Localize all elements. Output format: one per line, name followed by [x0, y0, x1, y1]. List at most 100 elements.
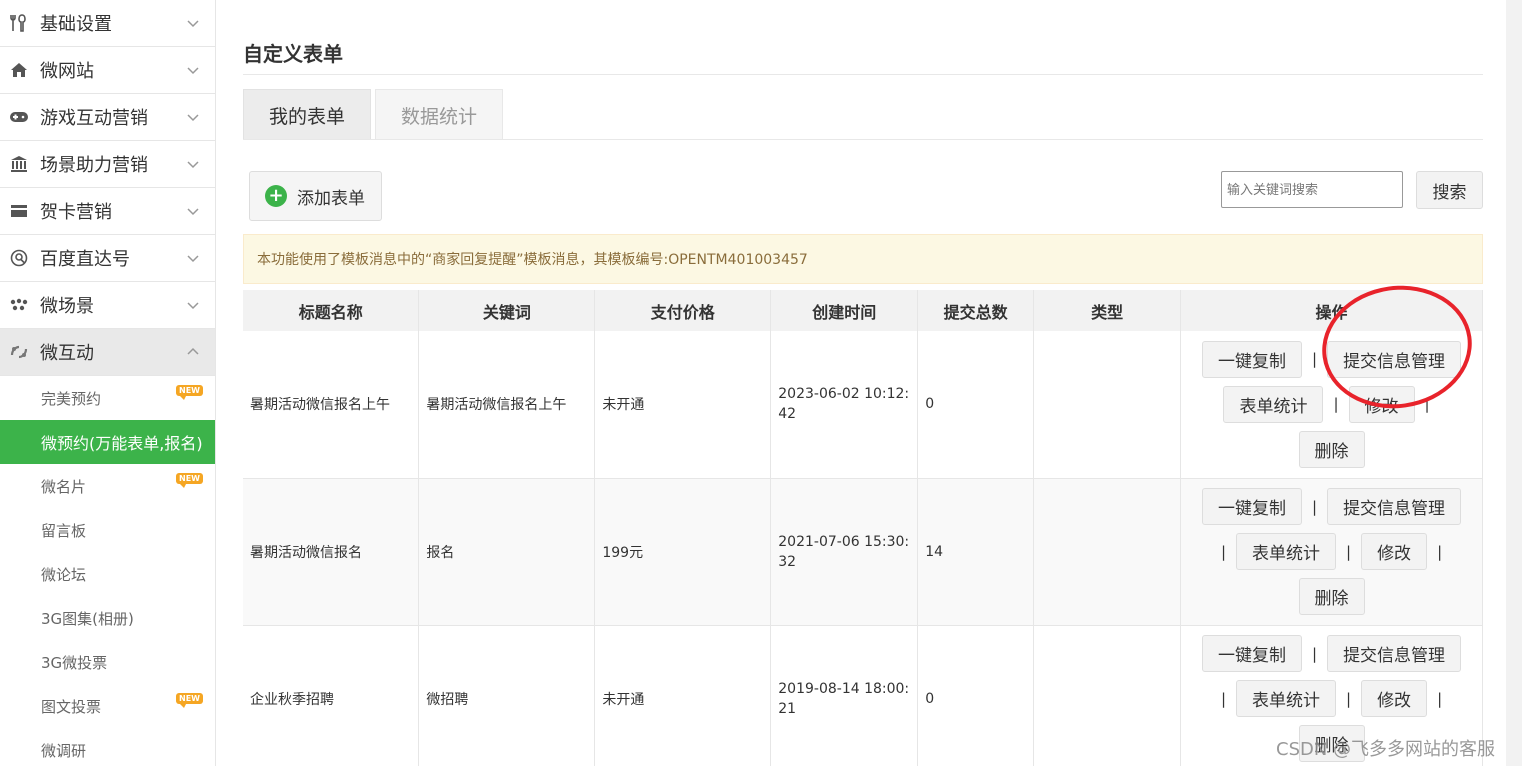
sidebar-item-micro-site[interactable]: 微网站 [0, 47, 215, 94]
delete-button[interactable]: 删除 [1298, 430, 1365, 468]
scrollbar-track[interactable] [1506, 0, 1522, 766]
column-header: 操作 [1180, 290, 1483, 331]
chevron-down-icon [187, 302, 199, 310]
cell-title: 暑期活动微信报名上午 [243, 331, 420, 479]
separator: | [1312, 644, 1318, 663]
sidebar-subitem-micro-booking[interactable]: 微预约(万能表单,报名) [0, 420, 215, 464]
delete-button[interactable]: 删除 [1298, 578, 1365, 615]
sidebar-subitem-label: 微论坛 [41, 565, 87, 584]
cell-total: 0 [917, 331, 1035, 479]
new-badge: NEW [176, 693, 203, 708]
page-title: 自定义表单 [243, 42, 343, 66]
cell-price: 未开通 [594, 331, 772, 479]
sidebar-item-label: 贺卡营销 [40, 202, 112, 223]
sidebar: 基础设置 微网站 游戏互动营销 场景助力营销 贺卡营销 百度直达号 微场景 微互… [0, 0, 216, 766]
manage-submissions-button[interactable]: 提交信息管理 [1327, 340, 1462, 378]
tab-bar: 我的表单 数据统计 [243, 89, 507, 140]
sidebar-subitem-survey[interactable]: 微调研 [0, 728, 215, 766]
cell-keyword: 微招聘 [418, 625, 596, 766]
manage-submissions-button[interactable]: 提交信息管理 [1327, 635, 1462, 672]
edit-button[interactable]: 修改 [1348, 385, 1415, 423]
sidebar-item-game-marketing[interactable]: 游戏互动营销 [0, 94, 215, 141]
sidebar-subitem-business-card[interactable]: 微名片 NEW [0, 464, 215, 508]
plus-circle-icon: + [265, 185, 287, 207]
sidebar-item-basic-settings[interactable]: 基础设置 [0, 0, 215, 47]
chevron-down-icon [187, 114, 199, 122]
app: 基础设置 微网站 游戏互动营销 场景助力营销 贺卡营销 百度直达号 微场景 微互… [0, 0, 1522, 766]
sidebar-item-label: 微网站 [40, 61, 94, 82]
form-stats-button[interactable]: 表单统计 [1236, 680, 1336, 717]
tab-statistics[interactable]: 数据统计 [375, 89, 504, 140]
cell-created: 2021-07-06 15:30:32 [770, 478, 919, 626]
sidebar-subitem-label: 完美预约 [41, 389, 102, 408]
tab-my-forms[interactable]: 我的表单 [243, 89, 372, 140]
sidebar-subitem-label: 微调研 [41, 741, 87, 760]
new-badge: NEW [176, 473, 203, 488]
search-button[interactable]: 搜索 [1416, 171, 1483, 209]
sidebar-item-label: 基础设置 [40, 14, 112, 35]
sidebar-subitem-perfect-booking[interactable]: 完美预约 NEW [0, 376, 215, 420]
sidebar-item-micro-scene[interactable]: 微场景 [0, 282, 215, 329]
bank-icon [9, 154, 29, 174]
chevron-down-icon [187, 208, 199, 216]
sidebar-subitem-message-board[interactable]: 留言板 [0, 508, 215, 552]
chevron-up-icon [187, 347, 199, 355]
form-stats-button[interactable]: 表单统计 [1236, 533, 1336, 570]
sidebar-item-label: 微互动 [40, 343, 94, 364]
notice-banner: 本功能使用了模板消息中的“商家回复提醒”模板消息，其模板编号:OPENTM401… [243, 234, 1483, 284]
cell-created: 2023-06-02 10:12:42 [770, 331, 919, 479]
edit-button[interactable]: 修改 [1361, 680, 1428, 717]
chevron-down-icon [187, 20, 199, 28]
table-header-row: 标题名称 关键词 支付价格 创建时间 提交总数 类型 操作 [243, 290, 1483, 331]
sidebar-item-micro-interaction[interactable]: 微互动 [0, 329, 215, 376]
tools-icon [9, 13, 29, 33]
separator: | [1437, 689, 1443, 708]
search-input[interactable] [1221, 171, 1403, 208]
separator: | [1346, 542, 1352, 561]
chevron-down-icon [187, 255, 199, 263]
add-form-label: 添加表单 [297, 188, 365, 209]
baidu-icon [9, 248, 29, 268]
sidebar-subitem-forum[interactable]: 微论坛 [0, 552, 215, 596]
copy-button[interactable]: 一键复制 [1202, 488, 1302, 525]
cell-type [1033, 478, 1182, 626]
table-row: 暑期活动微信报名上午 暑期活动微信报名上午 未开通 2023-06-02 10:… [243, 331, 1483, 479]
manage-submissions-button[interactable]: 提交信息管理 [1327, 488, 1462, 525]
sidebar-subitem-vote[interactable]: 3G微投票 [0, 640, 215, 684]
column-header: 关键词 [418, 290, 596, 331]
copy-button[interactable]: 一键复制 [1202, 340, 1302, 378]
card-icon [9, 201, 29, 221]
sidebar-item-scene-marketing[interactable]: 场景助力营销 [0, 141, 215, 188]
add-form-button[interactable]: + 添加表单 [249, 171, 382, 221]
sidebar-item-label: 微场景 [40, 296, 94, 317]
sidebar-subitem-label: 3G图集(相册) [41, 609, 134, 628]
edit-button[interactable]: 修改 [1361, 533, 1428, 570]
sidebar-item-label: 场景助力营销 [40, 155, 148, 176]
table-row: 暑期活动微信报名 报名 199元 2021-07-06 15:30:32 14 … [243, 478, 1483, 626]
form-stats-button[interactable]: 表单统计 [1223, 385, 1324, 423]
cell-created: 2019-08-14 18:00:21 [770, 625, 919, 766]
dots-icon [9, 295, 29, 315]
cell-total: 14 [917, 478, 1035, 626]
gamepad-icon [9, 107, 29, 127]
forms-table: 标题名称 关键词 支付价格 创建时间 提交总数 类型 操作 暑期活动微信报名上午… [243, 290, 1483, 766]
copy-button[interactable]: 一键复制 [1202, 635, 1302, 672]
column-header: 类型 [1033, 290, 1182, 331]
separator: | [1312, 350, 1318, 369]
sidebar-subitem-image-vote[interactable]: 图文投票 NEW [0, 684, 215, 728]
sidebar-subitem-label: 微预约(万能表单,报名) [41, 434, 203, 453]
cell-price: 未开通 [594, 625, 772, 766]
sidebar-item-card-marketing[interactable]: 贺卡营销 [0, 188, 215, 235]
divider [243, 74, 1483, 75]
cell-total: 0 [917, 625, 1035, 766]
sidebar-item-baidu-direct[interactable]: 百度直达号 [0, 235, 215, 282]
column-header: 支付价格 [594, 290, 772, 331]
home-icon [9, 60, 29, 80]
cell-title: 暑期活动微信报名 [243, 478, 420, 626]
watermark: CSDN @飞多多网站的客服 [1276, 739, 1496, 760]
cell-actions: 一键复制 | 提交信息管理 | 表单统计 | 修改 | 删除 [1180, 478, 1483, 626]
sidebar-item-label: 游戏互动营销 [40, 108, 148, 129]
column-header: 创建时间 [770, 290, 919, 331]
sidebar-subitem-album[interactable]: 3G图集(相册) [0, 596, 215, 640]
cell-keyword: 暑期活动微信报名上午 [418, 331, 596, 479]
